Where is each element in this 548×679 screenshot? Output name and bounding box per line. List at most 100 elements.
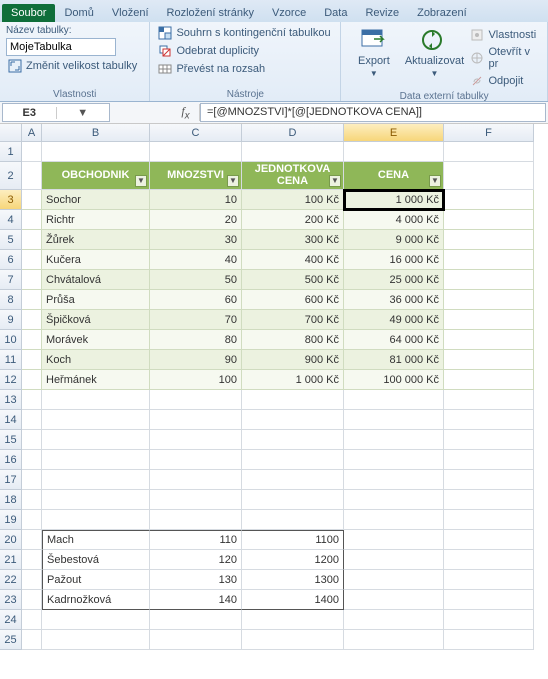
remove-duplicates-button[interactable]: Odebrat duplicity <box>156 43 334 59</box>
cell-F4[interactable] <box>444 210 534 230</box>
cell-E10[interactable]: 64 000 Kč <box>344 330 444 350</box>
tab-soubor[interactable]: Soubor <box>2 4 55 22</box>
cell-E16[interactable] <box>344 450 444 470</box>
cell-F18[interactable] <box>444 490 534 510</box>
cell-D9[interactable]: 700 Kč <box>242 310 344 330</box>
row-header-21[interactable]: 21 <box>0 550 22 570</box>
cell-B24[interactable] <box>42 610 150 630</box>
row-header-19[interactable]: 19 <box>0 510 22 530</box>
cell-D4[interactable]: 200 Kč <box>242 210 344 230</box>
cell-D23[interactable]: 1400 <box>242 590 344 610</box>
cell-E7[interactable]: 25 000 Kč <box>344 270 444 290</box>
cell-D7[interactable]: 500 Kč <box>242 270 344 290</box>
cell-D3[interactable]: 100 Kč <box>242 190 344 210</box>
row-header-20[interactable]: 20 <box>0 530 22 550</box>
cell-B19[interactable] <box>42 510 150 530</box>
cell-E13[interactable] <box>344 390 444 410</box>
cell-D21[interactable]: 1200 <box>242 550 344 570</box>
cell-A13[interactable] <box>22 390 42 410</box>
cell-A1[interactable] <box>22 142 42 162</box>
select-all-corner[interactable] <box>0 124 22 142</box>
cell-E14[interactable] <box>344 410 444 430</box>
cell-F9[interactable] <box>444 310 534 330</box>
cell-C20[interactable]: 110 <box>150 530 242 550</box>
cell-D16[interactable] <box>242 450 344 470</box>
cell-E1[interactable] <box>344 142 444 162</box>
cell-D5[interactable]: 300 Kč <box>242 230 344 250</box>
cell-D22[interactable]: 1300 <box>242 570 344 590</box>
cell-F13[interactable] <box>444 390 534 410</box>
tab-domů[interactable]: Domů <box>55 4 102 22</box>
row-header-25[interactable]: 25 <box>0 630 22 650</box>
cell-B8[interactable]: Průša <box>42 290 150 310</box>
refresh-button[interactable]: Aktualizovat ▼ <box>406 25 462 78</box>
cell-C23[interactable]: 140 <box>150 590 242 610</box>
cell-E25[interactable] <box>344 630 444 650</box>
row-header-10[interactable]: 10 <box>0 330 22 350</box>
cell-A22[interactable] <box>22 570 42 590</box>
cell-A5[interactable] <box>22 230 42 250</box>
cell-E9[interactable]: 49 000 Kč <box>344 310 444 330</box>
filter-icon[interactable]: ▼ <box>329 175 341 187</box>
cell-A16[interactable] <box>22 450 42 470</box>
cell-E15[interactable] <box>344 430 444 450</box>
cell-B20[interactable]: Mach <box>42 530 150 550</box>
row-header-9[interactable]: 9 <box>0 310 22 330</box>
col-header-D[interactable]: D <box>242 124 344 142</box>
cell-C8[interactable]: 60 <box>150 290 242 310</box>
cell-B1[interactable] <box>42 142 150 162</box>
cell-D10[interactable]: 800 Kč <box>242 330 344 350</box>
tab-zobrazení[interactable]: Zobrazení <box>408 4 476 22</box>
convert-range-button[interactable]: Převést na rozsah <box>156 61 334 77</box>
cell-A23[interactable] <box>22 590 42 610</box>
tab-rozložení stránky[interactable]: Rozložení stránky <box>158 4 263 22</box>
cell-C1[interactable] <box>150 142 242 162</box>
cell-F24[interactable] <box>444 610 534 630</box>
row-header-16[interactable]: 16 <box>0 450 22 470</box>
cell-E11[interactable]: 81 000 Kč <box>344 350 444 370</box>
cell-C16[interactable] <box>150 450 242 470</box>
row-header-1[interactable]: 1 <box>0 142 22 162</box>
cell-B23[interactable]: Kadrnožková <box>42 590 150 610</box>
row-header-6[interactable]: 6 <box>0 250 22 270</box>
cell-E19[interactable] <box>344 510 444 530</box>
cell-B11[interactable]: Koch <box>42 350 150 370</box>
cell-D19[interactable] <box>242 510 344 530</box>
cell-C24[interactable] <box>150 610 242 630</box>
filter-icon[interactable]: ▼ <box>227 175 239 187</box>
fx-icon[interactable]: fx <box>172 104 200 121</box>
cell-B14[interactable] <box>42 410 150 430</box>
cell-D24[interactable] <box>242 610 344 630</box>
cell-F14[interactable] <box>444 410 534 430</box>
col-header-B[interactable]: B <box>42 124 150 142</box>
cell-A2[interactable] <box>22 162 42 190</box>
cell-A10[interactable] <box>22 330 42 350</box>
row-header-15[interactable]: 15 <box>0 430 22 450</box>
cell-E3[interactable]: 1 000 Kč <box>344 190 444 210</box>
cell-B16[interactable] <box>42 450 150 470</box>
cell-F2[interactable] <box>444 162 534 190</box>
cell-C13[interactable] <box>150 390 242 410</box>
cell-B15[interactable] <box>42 430 150 450</box>
cell-E23[interactable] <box>344 590 444 610</box>
cell-F1[interactable] <box>444 142 534 162</box>
cell-E24[interactable] <box>344 610 444 630</box>
cell-B9[interactable]: Špičková <box>42 310 150 330</box>
cell-E8[interactable]: 36 000 Kč <box>344 290 444 310</box>
cell-F3[interactable] <box>444 190 534 210</box>
cell-C7[interactable]: 50 <box>150 270 242 290</box>
cell-B2[interactable]: OBCHODNIK▼ <box>42 162 150 190</box>
cell-C5[interactable]: 30 <box>150 230 242 250</box>
cell-E18[interactable] <box>344 490 444 510</box>
cell-C2[interactable]: MNOZSTVI▼ <box>150 162 242 190</box>
cell-B5[interactable]: Žůrek <box>42 230 150 250</box>
cell-F21[interactable] <box>444 550 534 570</box>
tab-vložení[interactable]: Vložení <box>103 4 158 22</box>
cell-E20[interactable] <box>344 530 444 550</box>
cell-B12[interactable]: Heřmánek <box>42 370 150 390</box>
cell-F25[interactable] <box>444 630 534 650</box>
cell-F12[interactable] <box>444 370 534 390</box>
cell-A15[interactable] <box>22 430 42 450</box>
cell-A12[interactable] <box>22 370 42 390</box>
row-header-24[interactable]: 24 <box>0 610 22 630</box>
